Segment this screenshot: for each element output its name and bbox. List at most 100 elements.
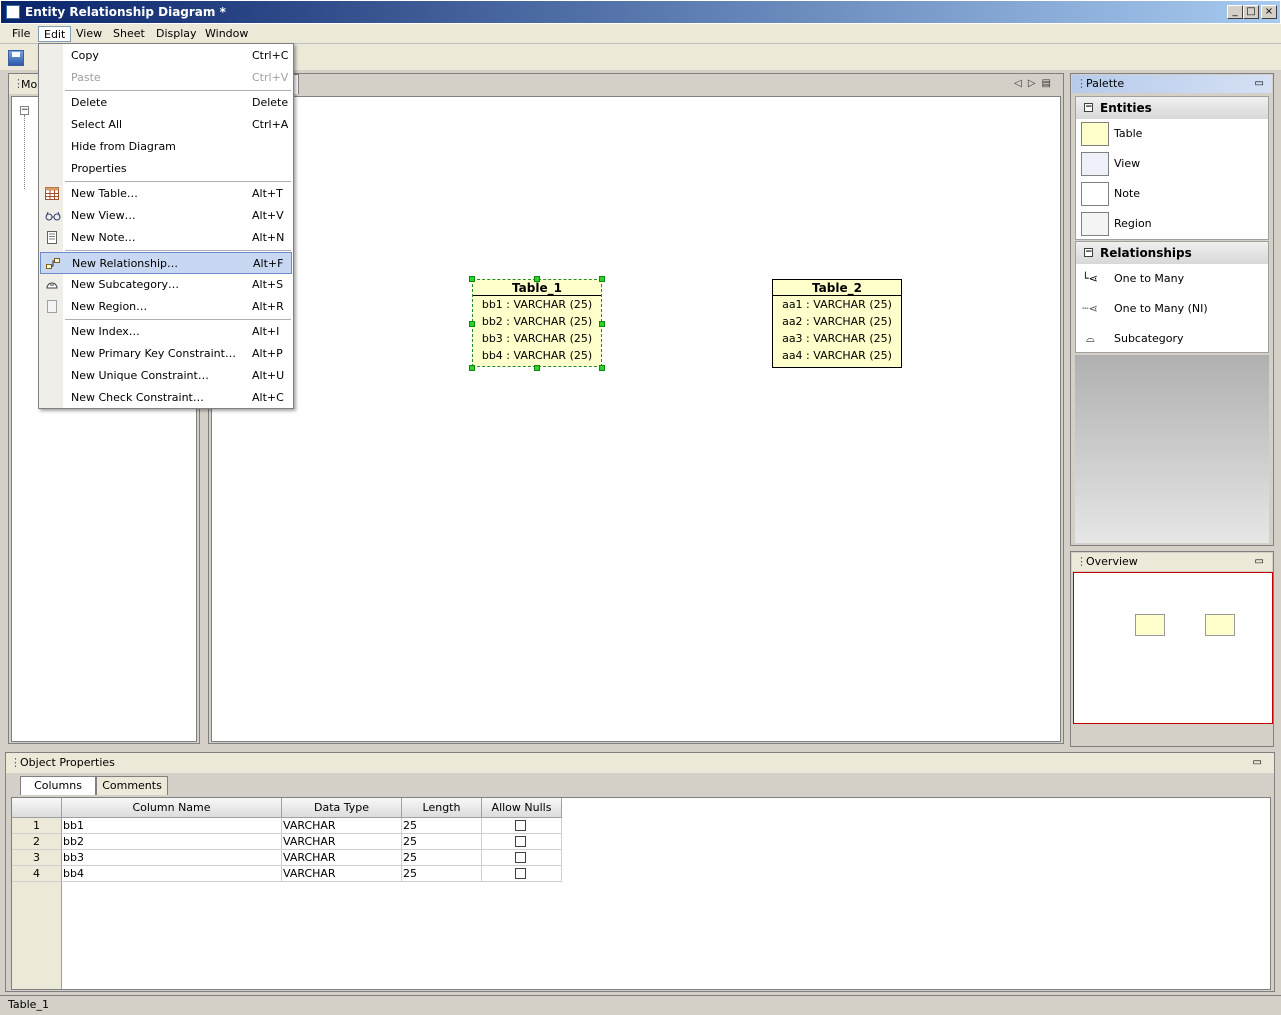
- restore-icon[interactable]: ▭: [1255, 553, 1264, 571]
- entity-title: Table_1: [473, 280, 601, 296]
- row-number[interactable]: 3: [12, 850, 62, 866]
- menu-item-paste[interactable]: Paste Ctrl+V: [40, 67, 292, 89]
- palette-one-to-many-ni[interactable]: ┄⋖ One to Many (NI): [1076, 294, 1268, 324]
- column-header[interactable]: Allow Nulls: [482, 798, 562, 818]
- palette-subcategory[interactable]: ⌓ Subcategory: [1076, 324, 1268, 354]
- menu-window[interactable]: Window: [200, 26, 253, 42]
- model-panel-title: Mo: [21, 78, 38, 91]
- menu-sheet[interactable]: Sheet: [108, 26, 150, 42]
- allow-nulls-checkbox[interactable]: [515, 836, 526, 847]
- row-number[interactable]: 1: [12, 818, 62, 834]
- resize-handle[interactable]: [599, 365, 605, 371]
- entity-table-1[interactable]: Table_1 bb1 : VARCHAR (25) bb2 : VARCHAR…: [472, 279, 602, 367]
- allow-nulls-checkbox[interactable]: [515, 820, 526, 831]
- cell-column-name[interactable]: bb3: [62, 850, 282, 866]
- menu-item-new-region[interactable]: New Region… Alt+R: [40, 296, 292, 318]
- overview-header: ⋮ Overview ▭: [1072, 553, 1272, 571]
- close-button[interactable]: ×: [1261, 5, 1277, 19]
- relationships-header[interactable]: − Relationships: [1076, 242, 1268, 264]
- entity-column: bb1 : VARCHAR (25): [481, 298, 593, 311]
- cell-length[interactable]: 25: [402, 818, 482, 834]
- restore-icon[interactable]: ▭: [1253, 753, 1262, 773]
- resize-handle[interactable]: [599, 276, 605, 282]
- entities-header[interactable]: − Entities: [1076, 97, 1268, 119]
- status-text: Table_1: [8, 998, 49, 1011]
- collapse-icon[interactable]: −: [1084, 248, 1093, 257]
- cell-column-name[interactable]: bb2: [62, 834, 282, 850]
- save-icon[interactable]: [8, 50, 24, 66]
- diagram-editor: ◁▷▤ Table_1 bb1 : VARCHAR (25) bb2 : VAR…: [208, 73, 1064, 744]
- cell-allow-nulls: [482, 850, 562, 866]
- menu-item-copy[interactable]: Copy Ctrl+C: [40, 45, 292, 67]
- column-header[interactable]: Column Name: [62, 798, 282, 818]
- cell-data-type[interactable]: VARCHAR: [282, 850, 402, 866]
- resize-handle[interactable]: [469, 276, 475, 282]
- minimize-button[interactable]: _: [1227, 5, 1243, 19]
- allow-nulls-checkbox[interactable]: [515, 868, 526, 879]
- menu-item-new-note[interactable]: New Note… Alt+N: [40, 227, 292, 249]
- entity-column: bb2 : VARCHAR (25): [481, 315, 593, 328]
- menu-item-properties[interactable]: Properties: [40, 158, 292, 180]
- menu-item-new-view[interactable]: New View… Alt+V: [40, 205, 292, 227]
- menu-item-delete[interactable]: Delete Delete: [40, 92, 292, 114]
- subcategory-icon: ⌓: [1086, 332, 1095, 345]
- cell-data-type[interactable]: VARCHAR: [282, 818, 402, 834]
- allow-nulls-checkbox[interactable]: [515, 852, 526, 863]
- resize-handle[interactable]: [534, 365, 540, 371]
- menu-item-new-unique-constraint[interactable]: New Unique Constraint… Alt+U: [40, 365, 292, 387]
- menu-item-new-subcategory[interactable]: New Subcategory… Alt+S: [40, 274, 292, 296]
- entity-table-2[interactable]: Table_2 aa1 : VARCHAR (25) aa2 : VARCHAR…: [772, 279, 902, 368]
- palette-table[interactable]: Table: [1076, 119, 1268, 149]
- row-number[interactable]: 2: [12, 834, 62, 850]
- column-header[interactable]: Data Type: [282, 798, 402, 818]
- tab-nav[interactable]: ◁▷▤: [1014, 78, 1057, 89]
- palette-view[interactable]: View: [1076, 149, 1268, 179]
- palette-note[interactable]: Note: [1076, 179, 1268, 209]
- entity-column: bb3 : VARCHAR (25): [481, 332, 593, 345]
- entity-column: aa3 : VARCHAR (25): [782, 332, 892, 345]
- resize-handle[interactable]: [469, 365, 475, 371]
- resize-handle[interactable]: [534, 276, 540, 282]
- resize-handle[interactable]: [599, 321, 605, 327]
- menu-item-new-relationship[interactable]: New Relationship… Alt+F: [40, 252, 292, 274]
- palette-one-to-many[interactable]: └⋖ One to Many: [1076, 264, 1268, 294]
- menu-display[interactable]: Display: [151, 26, 202, 42]
- cell-length[interactable]: 25: [402, 834, 482, 850]
- cell-column-name[interactable]: bb4: [62, 866, 282, 882]
- entity-column: bb4 : VARCHAR (25): [481, 349, 593, 362]
- tree-line: [24, 115, 25, 189]
- cell-length[interactable]: 25: [402, 850, 482, 866]
- menu-item-new-table[interactable]: New Table… Alt+T: [40, 183, 292, 205]
- resize-handle[interactable]: [469, 321, 475, 327]
- maximize-button[interactable]: □: [1243, 5, 1259, 19]
- menu-separator: [65, 250, 291, 251]
- object-properties-panel: ⋮ Object Properties ▭ Columns Comments C…: [5, 752, 1275, 992]
- column-header[interactable]: Length: [402, 798, 482, 818]
- tab-comments[interactable]: Comments: [96, 776, 168, 795]
- tree-collapse-icon[interactable]: −: [20, 106, 29, 115]
- menu-item-hide-from-diagram[interactable]: Hide from Diagram: [40, 136, 292, 158]
- menu-bar: File Edit View Sheet Display Window: [0, 24, 1281, 44]
- menu-view[interactable]: View: [71, 26, 107, 42]
- cell-column-name[interactable]: bb1: [62, 818, 282, 834]
- object-properties-header: ⋮ Object Properties ▭: [6, 753, 1274, 773]
- tab-columns[interactable]: Columns: [20, 776, 96, 795]
- menu-item-new-primary-key[interactable]: New Primary Key Constraint… Alt+P: [40, 343, 292, 365]
- table-icon: [45, 187, 59, 200]
- cell-length[interactable]: 25: [402, 866, 482, 882]
- menu-edit[interactable]: Edit: [38, 26, 72, 42]
- row-number[interactable]: 4: [12, 866, 62, 882]
- restore-icon[interactable]: ▭: [1255, 75, 1264, 93]
- entity-column: aa4 : VARCHAR (25): [782, 349, 892, 362]
- menu-item-select-all[interactable]: Select All Ctrl+A: [40, 114, 292, 136]
- diagram-canvas[interactable]: Table_1 bb1 : VARCHAR (25) bb2 : VARCHAR…: [211, 96, 1061, 742]
- collapse-icon[interactable]: −: [1084, 103, 1093, 112]
- palette-region[interactable]: Region: [1076, 209, 1268, 239]
- menu-file[interactable]: File: [7, 26, 35, 42]
- menu-item-new-check-constraint[interactable]: New Check Constraint… Alt+C: [40, 387, 292, 409]
- cell-data-type[interactable]: VARCHAR: [282, 866, 402, 882]
- cell-data-type[interactable]: VARCHAR: [282, 834, 402, 850]
- menu-item-new-index[interactable]: New Index… Alt+I: [40, 321, 292, 343]
- object-properties-title: Object Properties: [20, 756, 115, 769]
- overview-viewport[interactable]: [1073, 572, 1273, 724]
